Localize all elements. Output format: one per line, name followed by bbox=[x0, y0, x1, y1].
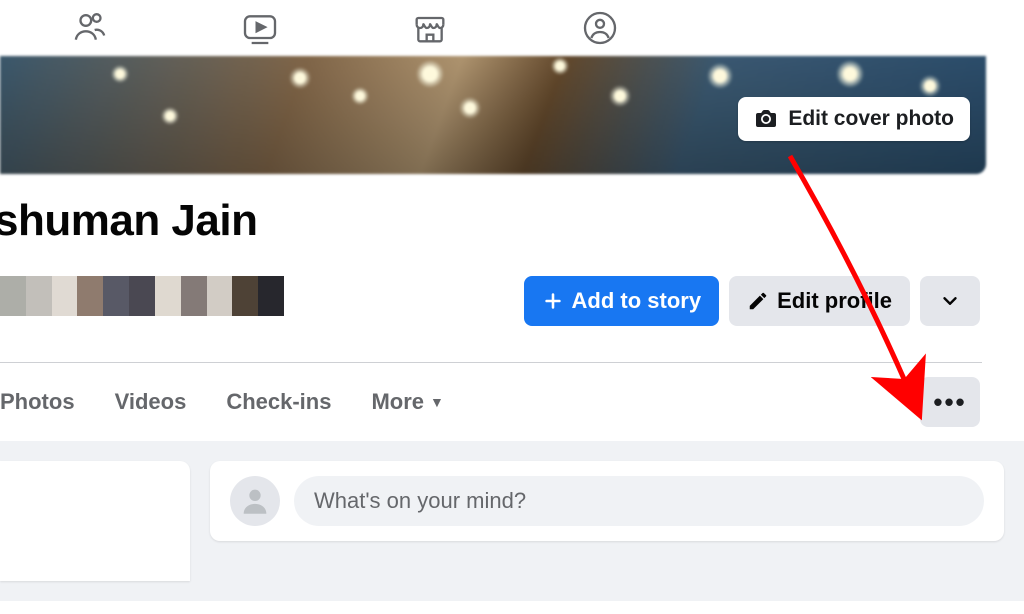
edit-cover-label: Edit cover photo bbox=[788, 107, 954, 131]
tab-checkins[interactable]: Check-ins bbox=[206, 363, 351, 441]
top-nav bbox=[0, 0, 1024, 56]
ellipsis-button[interactable]: ••• bbox=[920, 377, 980, 427]
profile-header: shuman Jain Add to story Edit profile Ph… bbox=[0, 174, 1024, 441]
content-area: What's on your mind? bbox=[0, 441, 1024, 601]
redacted-strip bbox=[0, 276, 284, 316]
pencil-icon bbox=[747, 290, 769, 312]
chevron-down-icon bbox=[939, 290, 961, 312]
more-actions-button[interactable] bbox=[920, 276, 980, 326]
avatar bbox=[230, 476, 280, 526]
edit-profile-label: Edit profile bbox=[777, 288, 892, 314]
plus-icon bbox=[542, 290, 564, 312]
profile-name: shuman Jain bbox=[0, 196, 1024, 246]
tab-videos[interactable]: Videos bbox=[95, 363, 207, 441]
camera-icon bbox=[754, 107, 778, 131]
friends-icon[interactable] bbox=[70, 8, 110, 48]
composer-input[interactable]: What's on your mind? bbox=[294, 476, 984, 526]
add-to-story-label: Add to story bbox=[572, 288, 702, 314]
add-to-story-button[interactable]: Add to story bbox=[524, 276, 720, 326]
edit-cover-button[interactable]: Edit cover photo bbox=[738, 97, 970, 141]
caret-down-icon: ▼ bbox=[430, 394, 444, 410]
profile-tabs: Photos Videos Check-ins More ▼ ••• bbox=[0, 363, 1024, 441]
tab-photos[interactable]: Photos bbox=[0, 363, 95, 441]
tab-more[interactable]: More ▼ bbox=[351, 363, 463, 441]
composer-card: What's on your mind? bbox=[210, 461, 1004, 541]
watch-icon[interactable] bbox=[240, 8, 280, 48]
groups-icon[interactable] bbox=[580, 8, 620, 48]
left-card bbox=[0, 461, 190, 581]
marketplace-icon[interactable] bbox=[410, 8, 450, 48]
composer-placeholder: What's on your mind? bbox=[314, 488, 526, 514]
person-icon bbox=[238, 484, 272, 518]
edit-profile-button[interactable]: Edit profile bbox=[729, 276, 910, 326]
